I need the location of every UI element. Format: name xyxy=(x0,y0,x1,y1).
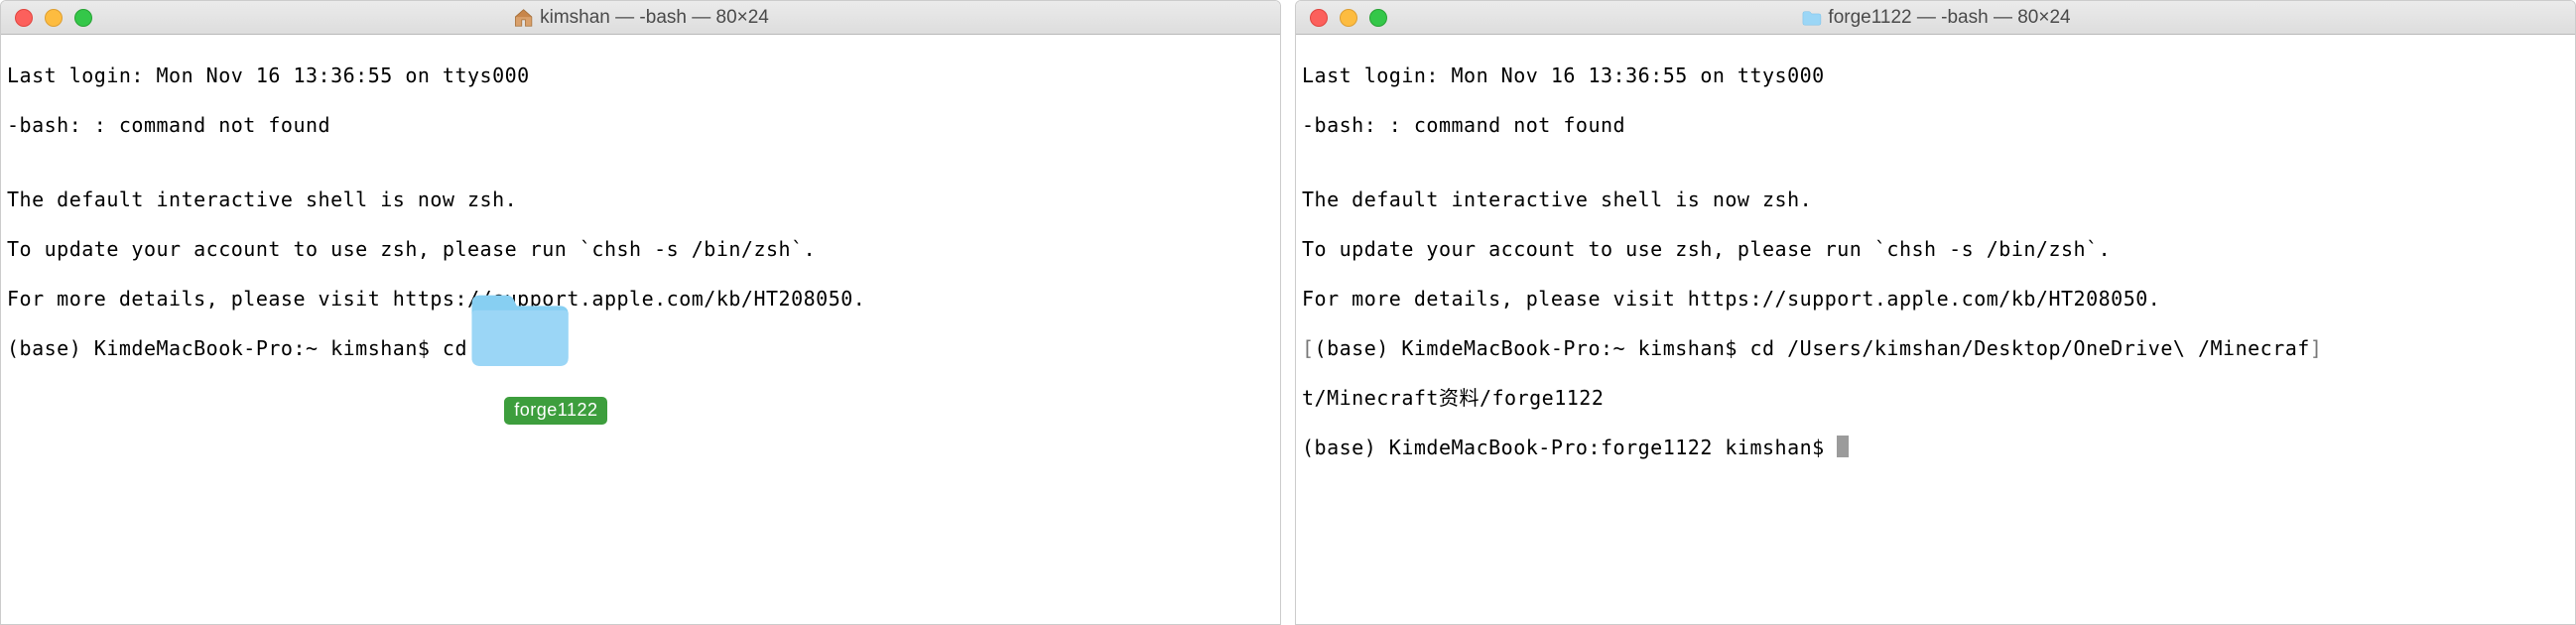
folder-dragged-item[interactable]: forge1122 xyxy=(430,233,607,449)
traffic-lights xyxy=(1296,9,1387,27)
maximize-icon[interactable] xyxy=(74,9,92,27)
maximize-icon[interactable] xyxy=(1369,9,1387,27)
terminal-body[interactable]: Last login: Mon Nov 16 13:36:55 on ttys0… xyxy=(1,35,1280,439)
home-icon xyxy=(512,7,534,29)
terminal-line: -bash: : command not found xyxy=(1302,113,2569,138)
minimize-icon[interactable] xyxy=(45,9,63,27)
terminal-line: The default interactive shell is now zsh… xyxy=(7,188,1274,212)
terminal-line: t/Minecraft资料/forge1122 xyxy=(1302,386,2569,411)
folder-label: forge1122 xyxy=(504,397,607,425)
terminal-line: Last login: Mon Nov 16 13:36:55 on ttys0… xyxy=(7,63,1274,88)
terminal-line: [(base) KimdeMacBook-Pro:~ kimshan$ cd /… xyxy=(1302,336,2569,361)
traffic-lights xyxy=(1,9,92,27)
terminal-prompt-line: (base) KimdeMacBook-Pro:~ kimshan$ cd xyxy=(7,336,1274,361)
terminal-line: To update your account to use zsh, pleas… xyxy=(7,237,1274,262)
terminal-body[interactable]: Last login: Mon Nov 16 13:36:55 on ttys0… xyxy=(1296,35,2575,514)
terminal-line: Last login: Mon Nov 16 13:36:55 on ttys0… xyxy=(1302,63,2569,88)
line-wrap-bracket-open: [ xyxy=(1302,336,1315,360)
prompt-text: (base) KimdeMacBook-Pro:~ kimshan$ cd xyxy=(7,336,480,360)
close-icon[interactable] xyxy=(1310,9,1328,27)
terminal-line: For more details, please visit https://s… xyxy=(7,287,1274,312)
window-title-text: kimshan — -bash — 80×24 xyxy=(540,7,769,29)
window-title-text: forge1122 — -bash — 80×24 xyxy=(1828,7,2070,29)
close-icon[interactable] xyxy=(15,9,33,27)
terminal-line: The default interactive shell is now zsh… xyxy=(1302,188,2569,212)
line-wrap-bracket-close: ] xyxy=(2310,336,2323,360)
terminal-prompt-line: (base) KimdeMacBook-Pro:forge1122 kimsha… xyxy=(1302,436,2569,460)
terminal-window-left: kimshan — -bash — 80×24 Last login: Mon … xyxy=(0,0,1281,625)
terminal-line: -bash: : command not found xyxy=(7,113,1274,138)
cursor-icon xyxy=(1837,436,1849,457)
folder-icon xyxy=(465,283,573,372)
terminal-line: For more details, please visit https://s… xyxy=(1302,287,2569,312)
titlebar[interactable]: forge1122 — -bash — 80×24 xyxy=(1296,1,2575,35)
window-title: kimshan — -bash — 80×24 xyxy=(512,7,769,29)
window-title: forge1122 — -bash — 80×24 xyxy=(1800,7,2070,29)
command-text: (base) KimdeMacBook-Pro:~ kimshan$ cd /U… xyxy=(1315,336,2310,360)
terminal-window-right: forge1122 — -bash — 80×24 Last login: Mo… xyxy=(1295,0,2576,625)
prompt-text: (base) KimdeMacBook-Pro:forge1122 kimsha… xyxy=(1302,436,1837,459)
minimize-icon[interactable] xyxy=(1340,9,1357,27)
titlebar[interactable]: kimshan — -bash — 80×24 xyxy=(1,1,1280,35)
terminal-line: To update your account to use zsh, pleas… xyxy=(1302,237,2569,262)
folder-icon xyxy=(1800,7,1822,29)
